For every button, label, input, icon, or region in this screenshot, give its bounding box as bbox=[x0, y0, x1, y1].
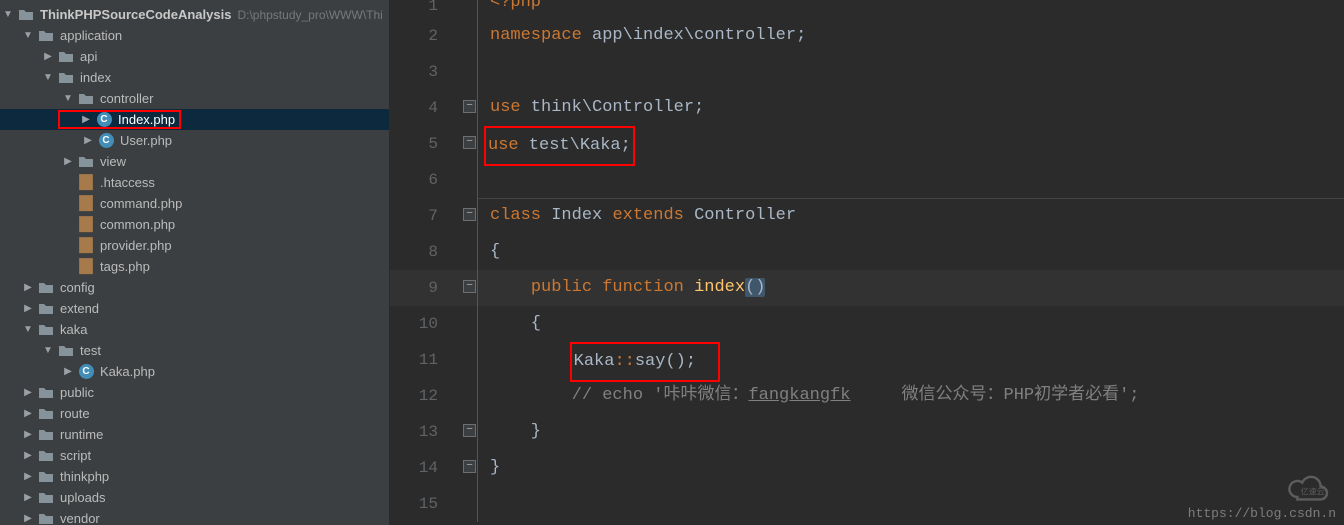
code-line-13[interactable]: 13 − } bbox=[390, 414, 1344, 450]
code-line-11[interactable]: 11 Kaka::say(); bbox=[390, 342, 1344, 378]
code-line-3[interactable]: 3 bbox=[390, 54, 1344, 90]
line-number: 3 bbox=[390, 54, 462, 90]
tree-folder-kaka[interactable]: ▼ kaka bbox=[0, 319, 389, 340]
code-line-10[interactable]: 10 { bbox=[390, 306, 1344, 342]
tree-file-kaka-php[interactable]: ▶C Kaka.php bbox=[0, 361, 389, 382]
fold-icon[interactable]: − bbox=[463, 136, 476, 149]
line-number: 15 bbox=[390, 486, 462, 522]
tree-folder-test[interactable]: ▼ test bbox=[0, 340, 389, 361]
logo-icon: 亿速云 bbox=[1282, 473, 1332, 505]
tree-folder-thinkphp[interactable]: ▶ thinkphp bbox=[0, 466, 389, 487]
highlight-box-use: use test\Kaka; bbox=[484, 126, 635, 166]
code-line-5[interactable]: 5 − use test\Kaka; bbox=[390, 126, 1344, 162]
tree-folder-runtime[interactable]: ▶ runtime bbox=[0, 424, 389, 445]
project-path: D:\phpstudy_pro\WWW\Thi bbox=[237, 8, 382, 22]
line-number: 2 bbox=[390, 18, 462, 54]
tree-file-command-php[interactable]: ▶ command.php bbox=[0, 193, 389, 214]
tree-folder-application[interactable]: ▼ application bbox=[0, 25, 389, 46]
line-number: 8 bbox=[390, 234, 462, 270]
code-line-2[interactable]: 2 namespace app\index\controller; bbox=[390, 18, 1344, 54]
code-line-1[interactable]: 1 <?php bbox=[390, 0, 1344, 18]
code-line-12[interactable]: 12 // echo '咔咔微信：fangkangfk 微信公众号：PHP初学者… bbox=[390, 378, 1344, 414]
tree-root[interactable]: ▼ ThinkPHPSourceCodeAnalysis D:\phpstudy… bbox=[0, 4, 389, 25]
fold-icon[interactable]: − bbox=[463, 280, 476, 293]
watermark-text: https://blog.csdn.n bbox=[1188, 506, 1336, 521]
tree-file-tags-php[interactable]: ▶ tags.php bbox=[0, 256, 389, 277]
tree-file-common-php[interactable]: ▶ common.php bbox=[0, 214, 389, 235]
project-tree-panel[interactable]: ▼ ThinkPHPSourceCodeAnalysis D:\phpstudy… bbox=[0, 0, 390, 525]
line-number: 11 bbox=[390, 342, 462, 378]
tree-file-index-php[interactable]: ▶C Index.php bbox=[0, 109, 389, 130]
line-number: 10 bbox=[390, 306, 462, 342]
line-number: 7 bbox=[390, 198, 462, 234]
tree-file-user-php[interactable]: ▶C User.php bbox=[0, 130, 389, 151]
line-number: 13 bbox=[390, 414, 462, 450]
project-name: ThinkPHPSourceCodeAnalysis bbox=[40, 7, 231, 22]
code-line-8[interactable]: 8 { bbox=[390, 234, 1344, 270]
code-line-6[interactable]: 6 bbox=[390, 162, 1344, 198]
tree-folder-public[interactable]: ▶ public bbox=[0, 382, 389, 403]
fold-icon[interactable]: − bbox=[463, 100, 476, 113]
tree-folder-script[interactable]: ▶ script bbox=[0, 445, 389, 466]
line-number: 5 bbox=[390, 126, 462, 162]
line-number: 4 bbox=[390, 90, 462, 126]
tree-folder-controller[interactable]: ▼ controller bbox=[0, 88, 389, 109]
svg-text:亿速云: 亿速云 bbox=[1301, 487, 1325, 497]
fold-icon[interactable]: − bbox=[463, 424, 476, 437]
code-line-14[interactable]: 14 − } bbox=[390, 450, 1344, 486]
tree-folder-uploads[interactable]: ▶ uploads bbox=[0, 487, 389, 508]
line-number: 12 bbox=[390, 378, 462, 414]
code-line-9[interactable]: 9 − public function index() bbox=[390, 270, 1344, 306]
fold-icon[interactable]: − bbox=[463, 208, 476, 221]
tree-file-provider-php[interactable]: ▶ provider.php bbox=[0, 235, 389, 256]
tree-folder-api[interactable]: ▶ api bbox=[0, 46, 389, 67]
tree-folder-config[interactable]: ▶ config bbox=[0, 277, 389, 298]
tree-folder-index[interactable]: ▼ index bbox=[0, 67, 389, 88]
code-editor[interactable]: 1 <?php 2 namespace app\index\controller… bbox=[390, 0, 1344, 525]
tree-file-htaccess[interactable]: ▶ .htaccess bbox=[0, 172, 389, 193]
tree-folder-vendor[interactable]: ▶ vendor bbox=[0, 508, 389, 525]
highlight-box-call: Kaka::say(); bbox=[570, 342, 721, 382]
fold-icon[interactable]: − bbox=[463, 460, 476, 473]
code-line-7[interactable]: 7 − class Index extends Controller bbox=[390, 198, 1344, 234]
tree-folder-route[interactable]: ▶ route bbox=[0, 403, 389, 424]
line-number: 6 bbox=[390, 162, 462, 198]
tree-folder-extend[interactable]: ▶ extend bbox=[0, 298, 389, 319]
tree-folder-view[interactable]: ▶ view bbox=[0, 151, 389, 172]
line-number: 1 bbox=[390, 0, 462, 12]
line-number: 9 bbox=[390, 270, 462, 306]
code-line-4[interactable]: 4 − use think\Controller; bbox=[390, 90, 1344, 126]
line-number: 14 bbox=[390, 450, 462, 486]
